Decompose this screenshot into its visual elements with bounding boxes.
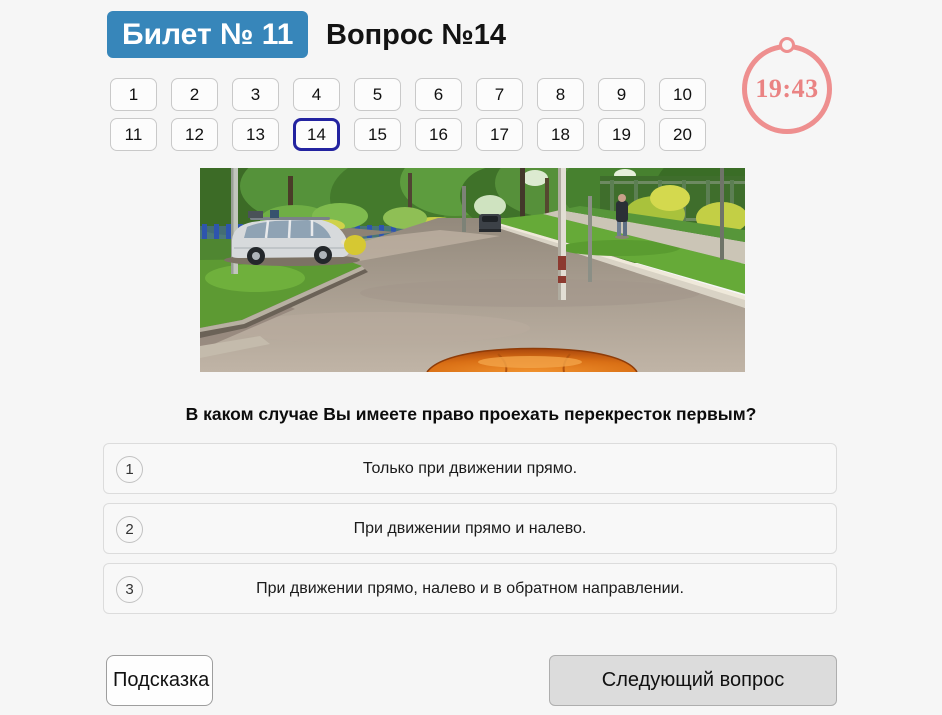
question-nav-button-1[interactable]: 1: [110, 78, 157, 111]
question-nav-button-11[interactable]: 11: [110, 118, 157, 151]
next-question-button[interactable]: Следующий вопрос: [549, 655, 837, 706]
question-nav-button-2[interactable]: 2: [171, 78, 218, 111]
question-nav-button-3[interactable]: 3: [232, 78, 279, 111]
question-nav-button-7[interactable]: 7: [476, 78, 523, 111]
question-nav-button-13[interactable]: 13: [232, 118, 279, 151]
exam-page: Билет № 11 Вопрос №14 19:43 1 2 3 4 5 6 …: [0, 0, 942, 715]
ticket-number-badge: Билет № 11: [107, 11, 308, 58]
answer-option-1[interactable]: 1 Только при движении прямо.: [103, 443, 837, 494]
question-nav-button-15[interactable]: 15: [354, 118, 401, 151]
countdown-timer: 19:43: [742, 44, 832, 134]
question-nav-button-6[interactable]: 6: [415, 78, 462, 111]
road-scene-photo: [200, 168, 745, 372]
answer-option-3[interactable]: 3 При движении прямо, налево и в обратно…: [103, 563, 837, 614]
question-nav-button-4[interactable]: 4: [293, 78, 340, 111]
question-nav-button-17[interactable]: 17: [476, 118, 523, 151]
question-text: В каком случае Вы имеете право проехать …: [0, 404, 942, 425]
question-nav-button-5[interactable]: 5: [354, 78, 401, 111]
question-nav-button-10[interactable]: 10: [659, 78, 706, 111]
answer-1-text: Только при движении прямо.: [104, 444, 836, 493]
hint-button[interactable]: Подсказка: [106, 655, 213, 706]
stopwatch-knob-icon: [779, 37, 795, 53]
question-nav-button-20[interactable]: 20: [659, 118, 706, 151]
question-nav-button-12[interactable]: 12: [171, 118, 218, 151]
answer-2-text: При движении прямо и налево.: [104, 504, 836, 553]
question-nav-button-14-active[interactable]: 14: [293, 118, 340, 151]
timer-value: 19:43: [755, 74, 818, 104]
answer-3-text: При движении прямо, налево и в обратном …: [104, 564, 836, 613]
question-nav-button-8[interactable]: 8: [537, 78, 584, 111]
question-nav-button-18[interactable]: 18: [537, 118, 584, 151]
question-number-title: Вопрос №14: [326, 11, 506, 58]
question-nav-button-16[interactable]: 16: [415, 118, 462, 151]
question-nav-button-9[interactable]: 9: [598, 78, 645, 111]
question-nav-button-19[interactable]: 19: [598, 118, 645, 151]
answer-option-2[interactable]: 2 При движении прямо и налево.: [103, 503, 837, 554]
